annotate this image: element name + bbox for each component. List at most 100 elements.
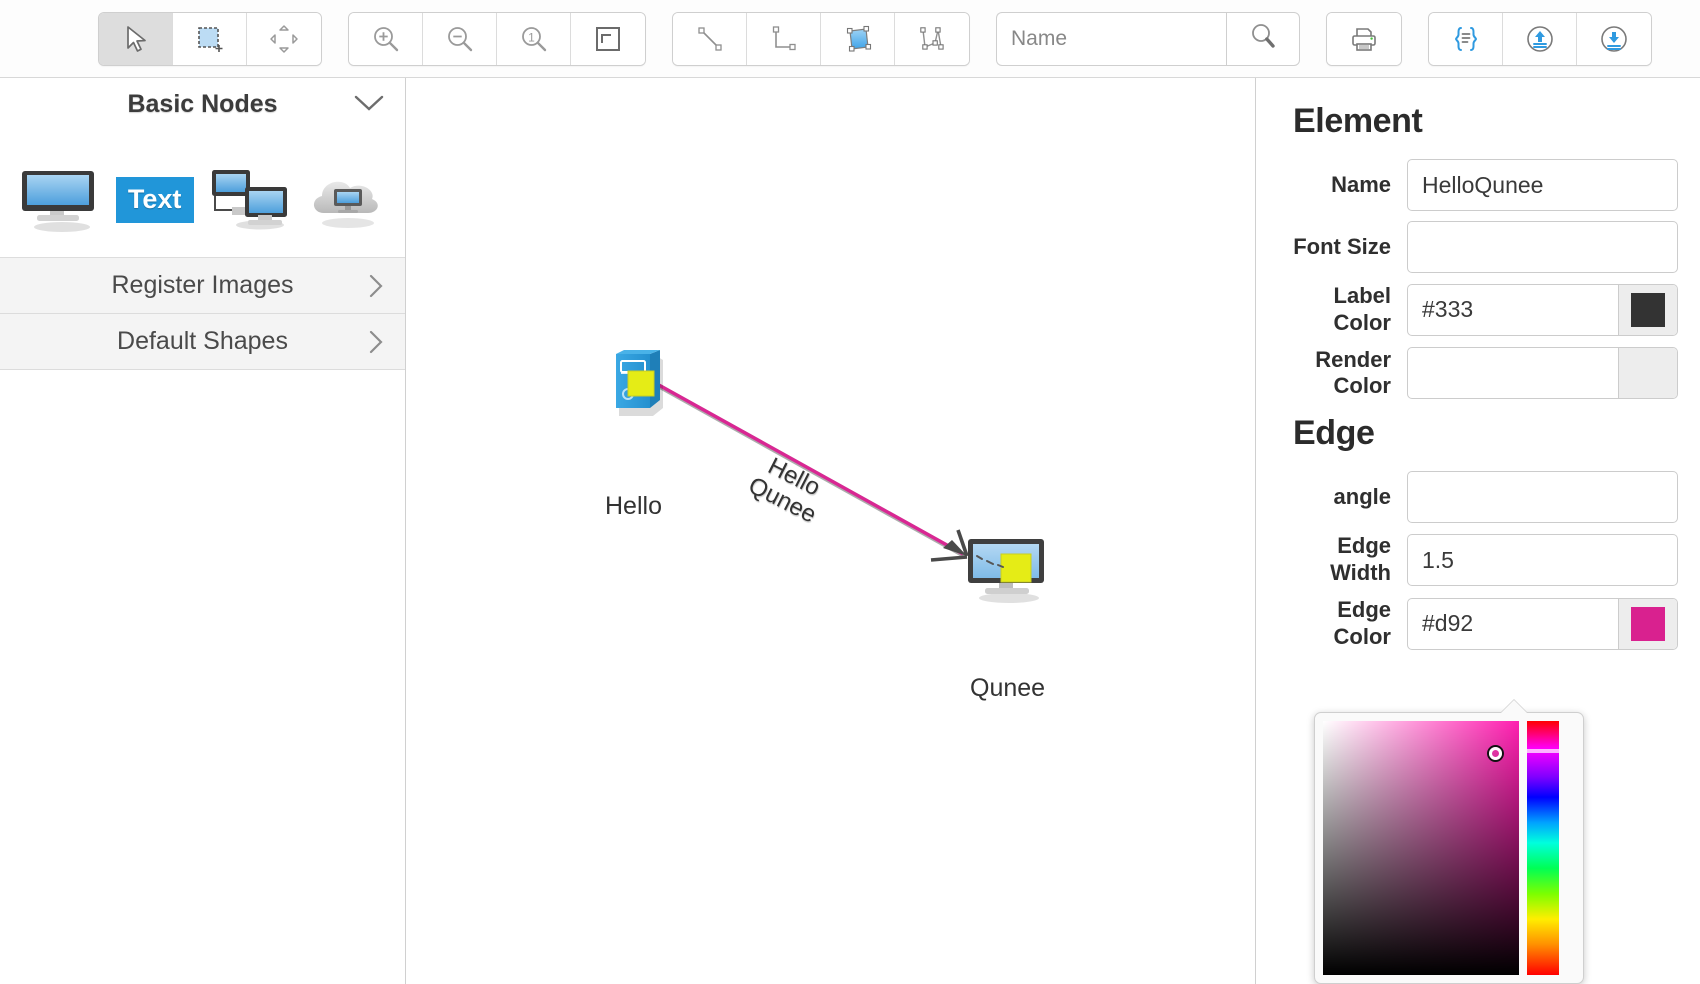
tool-zoom-fit-button[interactable]: [571, 12, 645, 65]
graph-node-hello[interactable]: [610, 348, 668, 421]
chevron-right-icon: [365, 272, 387, 305]
graph-node-qunee[interactable]: [965, 536, 1051, 611]
property-field-label-color[interactable]: [1407, 283, 1678, 336]
property-label-label-color: Label Color: [1333, 283, 1391, 335]
element-section-title: Element: [1293, 102, 1423, 140]
tool-download-button[interactable]: [1577, 12, 1651, 65]
hue-strip[interactable]: [1527, 721, 1559, 975]
edge-color-swatch-button[interactable]: [1618, 598, 1677, 649]
sidebar-section-register-images[interactable]: Register Images: [0, 258, 405, 314]
tool-polyline-button[interactable]: [895, 12, 969, 65]
edge-width-input[interactable]: [1408, 535, 1677, 586]
graph-canvas[interactable]: Hello Qunee Hello Qunee: [407, 78, 1256, 984]
property-field-edge-width[interactable]: [1407, 534, 1678, 587]
tool-zoom-in-button[interactable]: [349, 12, 423, 65]
accordion-title: Basic Nodes: [127, 89, 278, 118]
node-palette: Text: [0, 130, 405, 258]
sidebar-section-label: Default Shapes: [117, 327, 288, 355]
upload-icon: [1524, 23, 1556, 55]
toolbar-group-search: [996, 11, 1300, 66]
color-picker-marker[interactable]: [1489, 747, 1502, 760]
property-row-angle: angle: [1275, 471, 1678, 524]
printer-icon: [1348, 23, 1380, 55]
zoom-fit-icon: [592, 23, 624, 55]
chevron-down-icon[interactable]: [351, 90, 387, 121]
orthogonal-edge-icon: [768, 23, 800, 55]
tool-pan-button[interactable]: [247, 12, 321, 65]
toolbar-group-output-tools: [1326, 11, 1402, 66]
search-input[interactable]: [996, 11, 1226, 66]
tool-zoom-out-button[interactable]: [423, 12, 497, 65]
palette-item-group-node[interactable]: [208, 162, 294, 238]
toolbar-group-edge-tools: [672, 11, 970, 66]
property-row-label-color: Label Color: [1275, 283, 1678, 337]
marquee-select-icon: [194, 23, 226, 55]
palette-item-monitor-node[interactable]: [16, 162, 102, 238]
property-field-font-size[interactable]: [1407, 221, 1678, 273]
property-field-render-color[interactable]: [1407, 347, 1678, 400]
polygon-shape-icon: [842, 23, 874, 55]
polyline-shape-icon: [916, 23, 948, 55]
property-row-edge-width: Edge Width: [1275, 533, 1678, 587]
label-color-input[interactable]: [1408, 284, 1618, 335]
pointer-icon: [120, 23, 152, 55]
chevron-right-icon: [365, 328, 387, 361]
canvas-graphics: [656, 382, 969, 562]
sidebar-section-default-shapes[interactable]: Default Shapes: [0, 314, 405, 370]
property-row-edge-color: Edge Color: [1275, 597, 1678, 651]
color-swatch: [1631, 606, 1665, 641]
tool-orthogonal-edge-button[interactable]: [747, 12, 821, 65]
property-label-font-size: Font Size: [1293, 233, 1391, 259]
tool-polygon-button[interactable]: [821, 12, 895, 65]
render-color-swatch-button[interactable]: [1618, 348, 1677, 399]
edge-section-title: Edge: [1293, 414, 1375, 453]
accordion-header-basic-nodes[interactable]: Basic Nodes: [0, 78, 405, 130]
label-color-swatch-button[interactable]: [1618, 284, 1677, 335]
tool-zoom-reset-button[interactable]: 1: [497, 12, 571, 65]
palette-item-text-node[interactable]: Text: [112, 162, 198, 238]
property-label-edge-width: Edge Width: [1330, 533, 1391, 586]
toolbar-group-selection-tools: [98, 11, 322, 66]
property-row-font-size: Font Size: [1275, 221, 1678, 273]
graph-node-label-qunee: Qunee: [970, 674, 1046, 702]
font-size-input[interactable]: [1408, 222, 1677, 272]
download-icon: [1598, 23, 1630, 55]
property-field-angle[interactable]: [1407, 471, 1678, 524]
render-color-input[interactable]: [1408, 348, 1618, 399]
property-field-name[interactable]: [1407, 159, 1678, 211]
toolbar-group-zoom-tools: 1: [348, 11, 646, 66]
tool-json-button[interactable]: [1429, 12, 1503, 65]
property-row-render-color: Render Color: [1275, 347, 1678, 401]
pan-move-icon: [268, 23, 300, 55]
zoom-in-icon: [370, 23, 402, 55]
search-icon: [1247, 20, 1279, 57]
search-button[interactable]: [1226, 11, 1300, 66]
saturation-value-area[interactable]: [1323, 721, 1519, 975]
property-field-edge-color[interactable]: [1407, 597, 1678, 650]
json-braces-icon: [1450, 23, 1482, 55]
svg-text:1: 1: [528, 30, 535, 44]
left-sidebar: Basic Nodes Text Register Images Default…: [0, 78, 406, 984]
tool-pointer-button[interactable]: [99, 12, 173, 65]
property-label-name: Name: [1331, 171, 1391, 197]
color-picker-caret: [1500, 700, 1528, 714]
zoom-out-icon: [444, 23, 476, 55]
graph-node-label-hello: Hello: [605, 492, 662, 520]
edge-color-input[interactable]: [1408, 598, 1618, 649]
toolbar: 1: [0, 0, 1700, 78]
color-swatch: [1631, 292, 1665, 327]
tool-print-button[interactable]: [1327, 12, 1401, 65]
tool-line-edge-button[interactable]: [673, 12, 747, 65]
property-label-render-color: Render Color: [1315, 346, 1391, 399]
property-row-name: Name: [1275, 159, 1678, 211]
palette-item-cloud-node[interactable]: [303, 162, 389, 238]
tool-upload-button[interactable]: [1503, 12, 1577, 65]
tool-marquee-select-button[interactable]: [173, 12, 247, 65]
hue-selector[interactable]: [1527, 749, 1559, 753]
toolbar-group-data-tools: [1428, 11, 1652, 66]
sidebar-section-label: Register Images: [111, 271, 294, 299]
angle-input[interactable]: [1408, 472, 1677, 523]
name-input[interactable]: [1408, 160, 1677, 210]
property-label-angle: angle: [1333, 483, 1391, 509]
color-picker-popup[interactable]: [1314, 712, 1584, 984]
